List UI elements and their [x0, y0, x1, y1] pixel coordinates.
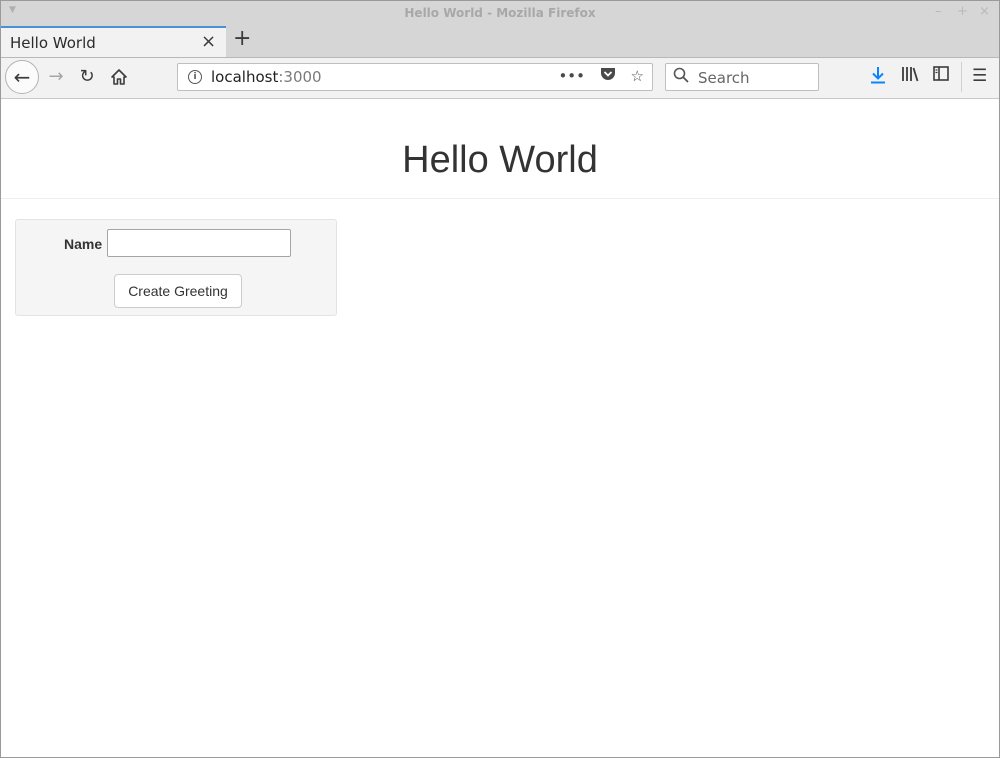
arrow-right-icon: →: [48, 66, 64, 87]
reload-icon: ↻: [79, 66, 95, 87]
page-header: Hello World: [1, 99, 999, 199]
search-bar[interactable]: [665, 63, 819, 91]
star-icon[interactable]: ☆: [631, 67, 644, 85]
home-button[interactable]: [104, 62, 134, 92]
name-input[interactable]: [107, 229, 291, 257]
more-dots-icon[interactable]: •••: [558, 67, 585, 85]
library-icon[interactable]: [901, 66, 919, 86]
tab-label: Hello World: [10, 34, 96, 52]
maximize-icon[interactable]: +: [957, 4, 968, 19]
url-bar[interactable]: i localhost:3000 ••• ☆: [177, 63, 653, 91]
navigation-toolbar: ← → ↻ i localhost:3000 ••• ☆ Search ☰: [1, 58, 999, 99]
toolbar-separator: [961, 62, 962, 92]
url-port: :3000: [278, 68, 322, 86]
page-content: Hello World Name Create Greeting: [1, 99, 999, 757]
minimize-icon[interactable]: –: [935, 4, 942, 19]
tab-hello-world[interactable]: Hello World ×: [1, 26, 226, 57]
search-icon: [673, 67, 689, 87]
forward-button[interactable]: →: [41, 62, 71, 92]
page-title: Hello World: [402, 139, 598, 181]
title-bar: ▼ Hello World - Mozilla Firefox – + ×: [1, 1, 999, 26]
info-icon[interactable]: i: [188, 70, 202, 84]
create-greeting-button[interactable]: Create Greeting: [114, 274, 242, 308]
url-text[interactable]: localhost:3000: [211, 68, 322, 86]
tab-strip: Hello World × +: [1, 26, 999, 58]
reload-button[interactable]: ↻: [72, 62, 102, 92]
back-button[interactable]: ←: [5, 60, 39, 94]
url-bar-actions: ••• ☆: [548, 67, 644, 85]
download-icon[interactable]: [870, 66, 886, 89]
home-icon: [111, 69, 127, 85]
hamburger-menu-icon[interactable]: ☰: [972, 66, 987, 86]
url-host: localhost: [211, 68, 279, 86]
pocket-icon[interactable]: [600, 67, 616, 85]
sidebar-icon[interactable]: [933, 66, 949, 85]
name-label: Name: [64, 236, 103, 252]
close-window-icon[interactable]: ×: [979, 4, 990, 19]
greeting-form: Name Create Greeting: [15, 219, 337, 316]
arrow-left-icon: ←: [13, 65, 31, 89]
close-tab-icon[interactable]: ×: [201, 31, 216, 52]
new-tab-icon[interactable]: +: [233, 26, 251, 51]
window-title: Hello World - Mozilla Firefox: [404, 6, 596, 20]
search-input[interactable]: [696, 66, 816, 90]
browser-window: ▼ Hello World - Mozilla Firefox – + × He…: [0, 0, 1000, 758]
